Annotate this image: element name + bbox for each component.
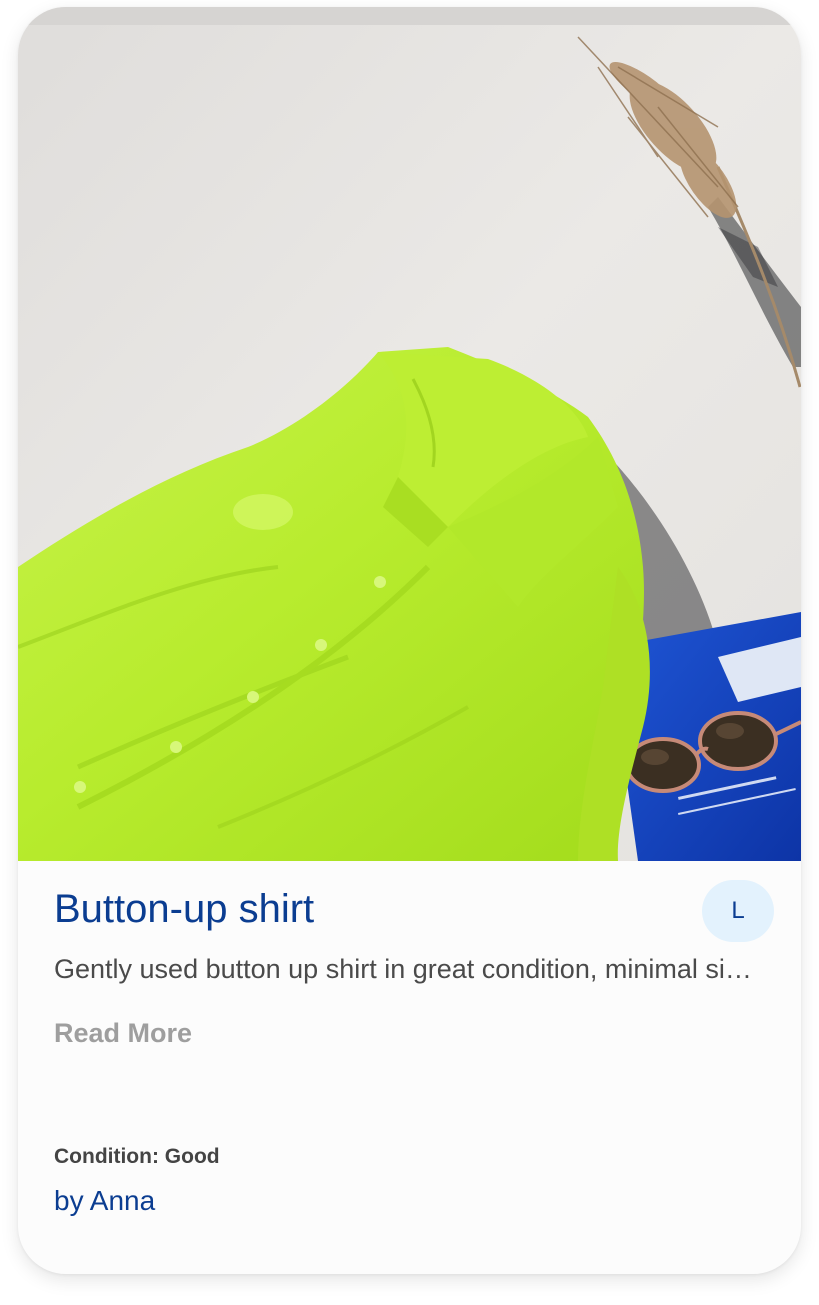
product-title: Button-up shirt: [54, 887, 315, 931]
product-card[interactable]: Button-up shirt L Gently used button up …: [18, 7, 801, 1274]
product-description: Gently used button up shirt in great con…: [54, 954, 766, 984]
seller-name-link[interactable]: by Anna: [54, 1183, 155, 1219]
product-photo: [18, 7, 801, 861]
seller-avatar[interactable]: L: [702, 880, 774, 942]
read-more-link[interactable]: Read More: [54, 1015, 192, 1051]
condition-label: Condition: Good: [54, 1145, 220, 1168]
